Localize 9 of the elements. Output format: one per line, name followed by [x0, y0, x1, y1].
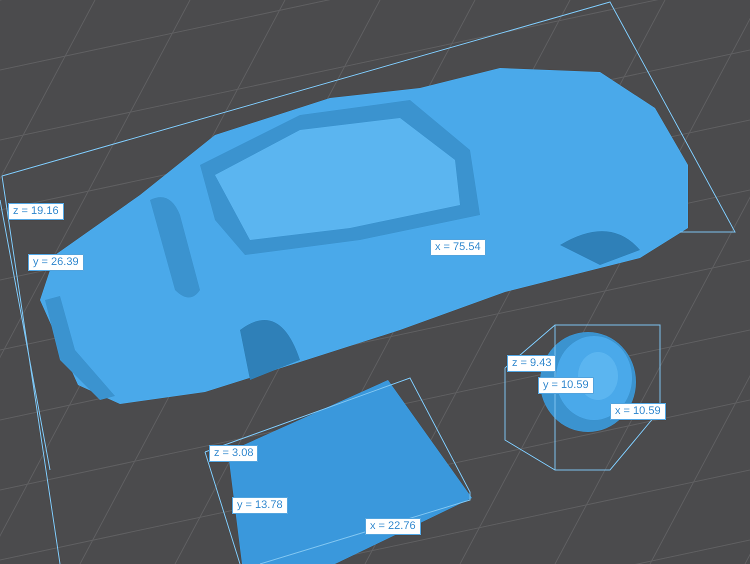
dimension-label: x = 75.54	[430, 239, 486, 256]
dimension-label: y = 26.39	[28, 254, 84, 271]
dimension-label: z = 3.08	[209, 445, 258, 462]
dimension-label: y = 13.78	[232, 497, 288, 514]
dimension-label: z = 19.16	[8, 203, 64, 220]
dimension-label: z = 9.43	[507, 355, 556, 372]
dimension-label: x = 22.76	[365, 518, 421, 535]
dimension-label: y = 10.59	[538, 377, 594, 394]
dimension-label: x = 10.59	[610, 403, 666, 420]
